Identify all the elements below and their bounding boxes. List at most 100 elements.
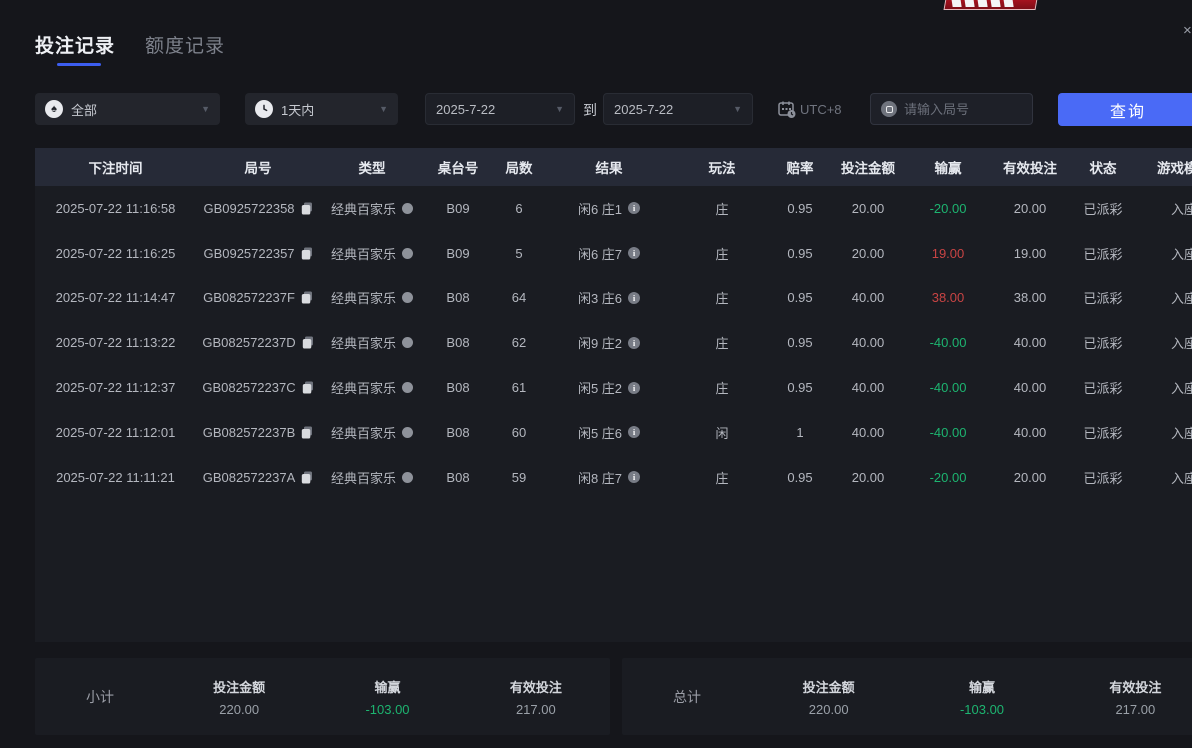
cell-time: 2025-07-22 11:16:58 bbox=[35, 186, 196, 231]
cell-amount: 20.00 bbox=[828, 186, 908, 231]
total-valid-bet: 有效投注 217.00 bbox=[1059, 677, 1192, 717]
date-to-picker[interactable]: 2025-7-22 ▼ bbox=[603, 93, 753, 125]
cell-odds: 0.95 bbox=[772, 231, 828, 276]
cell-win-loss: -20.00 bbox=[908, 186, 988, 231]
cell-status: 已派彩 bbox=[1072, 276, 1134, 321]
cell-win-loss: -40.00 bbox=[908, 320, 988, 365]
tab-quota-records[interactable]: 额度记录 bbox=[145, 31, 225, 58]
cell-time: 2025-07-22 11:16:25 bbox=[35, 231, 196, 276]
table-row: 2025-07-22 11:14:47GB082572237F经典百家乐B086… bbox=[35, 276, 1192, 321]
cell-valid-bet: 20.00 bbox=[988, 455, 1072, 500]
info-icon[interactable]: i bbox=[628, 426, 640, 438]
cell-bet: 庄 bbox=[672, 186, 772, 231]
column-header: 游戏模式 bbox=[1134, 148, 1192, 186]
cell-mode: 入座 bbox=[1134, 365, 1192, 410]
cell-valid-bet: 19.00 bbox=[988, 231, 1072, 276]
cell-status: 已派彩 bbox=[1072, 320, 1134, 365]
total-panel: 总计 投注金额 220.00 输赢 -103.00 有效投注 217.00 bbox=[622, 658, 1192, 735]
cell-result: 闲6 庄1i bbox=[546, 186, 672, 231]
column-header: 局号 bbox=[196, 148, 320, 186]
copy-icon[interactable] bbox=[301, 291, 313, 304]
round-search-input[interactable] bbox=[904, 102, 1014, 117]
cell-valid-bet: 20.00 bbox=[988, 186, 1072, 231]
cell-game: 经典百家乐 bbox=[320, 320, 424, 365]
copy-icon[interactable] bbox=[302, 336, 314, 349]
date-from-picker[interactable]: 2025-7-22 ▼ bbox=[425, 93, 575, 125]
table-row: 2025-07-22 11:16:25GB0925722357经典百家乐B095… bbox=[35, 231, 1192, 276]
cell-status: 已派彩 bbox=[1072, 186, 1134, 231]
cell-table-no: B08 bbox=[424, 410, 492, 455]
cell-bet: 庄 bbox=[672, 320, 772, 365]
cell-round-no: 59 bbox=[492, 455, 546, 500]
cell-bet: 闲 bbox=[672, 410, 772, 455]
time-range-dropdown[interactable]: 1天内 ▼ bbox=[245, 93, 398, 125]
cell-amount: 40.00 bbox=[828, 410, 908, 455]
cell-game: 经典百家乐 bbox=[320, 410, 424, 455]
calendar-clock-icon bbox=[777, 99, 797, 119]
cell-valid-bet: 40.00 bbox=[988, 320, 1072, 365]
info-icon[interactable]: i bbox=[628, 202, 640, 214]
cell-result: 闲5 庄2i bbox=[546, 365, 672, 410]
cell-result: 闲6 庄7i bbox=[546, 231, 672, 276]
column-header: 投注金额 bbox=[828, 148, 908, 186]
cell-table-no: B08 bbox=[424, 320, 492, 365]
table-body: 2025-07-22 11:16:58GB0925722358经典百家乐B096… bbox=[35, 186, 1192, 500]
cell-round-id: GB082572237A bbox=[196, 455, 320, 500]
copy-icon[interactable] bbox=[301, 247, 313, 260]
column-header: 有效投注 bbox=[988, 148, 1072, 186]
cell-amount: 40.00 bbox=[828, 276, 908, 321]
cell-time: 2025-07-22 11:11:21 bbox=[35, 455, 196, 500]
filter-bar: ♠ 全部 ▼ 1天内 ▼ 2025-7-22 ▼ 到 2025-7-22 ▼ U… bbox=[0, 93, 1192, 125]
cell-game: 经典百家乐 bbox=[320, 186, 424, 231]
cell-time: 2025-07-22 11:12:01 bbox=[35, 410, 196, 455]
cell-win-loss: -40.00 bbox=[908, 410, 988, 455]
cell-amount: 20.00 bbox=[828, 231, 908, 276]
cell-result: 闲8 庄7i bbox=[546, 455, 672, 500]
close-icon[interactable]: × bbox=[1183, 22, 1192, 39]
copy-icon[interactable] bbox=[301, 426, 313, 439]
chevron-down-icon: ▼ bbox=[733, 104, 742, 114]
total-bet-amount: 投注金额 220.00 bbox=[752, 677, 905, 717]
info-icon[interactable]: i bbox=[628, 471, 640, 483]
cell-odds: 0.95 bbox=[772, 276, 828, 321]
cell-bet: 庄 bbox=[672, 455, 772, 500]
game-type-dropdown[interactable]: ♠ 全部 ▼ bbox=[35, 93, 220, 125]
cell-mode: 入座 bbox=[1134, 276, 1192, 321]
time-range-value: 1天内 bbox=[281, 100, 314, 119]
cell-time: 2025-07-22 11:13:22 bbox=[35, 320, 196, 365]
cell-win-loss: -20.00 bbox=[908, 455, 988, 500]
clock-icon bbox=[255, 100, 273, 118]
cell-odds: 0.95 bbox=[772, 365, 828, 410]
column-header: 下注时间 bbox=[35, 148, 196, 186]
cell-amount: 20.00 bbox=[828, 455, 908, 500]
cell-status: 已派彩 bbox=[1072, 455, 1134, 500]
cell-time: 2025-07-22 11:12:37 bbox=[35, 365, 196, 410]
chevron-down-icon: ▼ bbox=[555, 104, 564, 114]
game-dot-icon bbox=[402, 337, 413, 348]
game-dot-icon bbox=[402, 382, 413, 393]
cell-round-id: GB082572237B bbox=[196, 410, 320, 455]
subtotal-panel: 小计 投注金额 220.00 输赢 -103.00 有效投注 217.00 bbox=[35, 658, 610, 735]
cell-status: 已派彩 bbox=[1072, 410, 1134, 455]
cell-valid-bet: 40.00 bbox=[988, 410, 1072, 455]
round-search-box bbox=[870, 93, 1033, 125]
info-icon[interactable]: i bbox=[628, 247, 640, 259]
game-dot-icon bbox=[402, 248, 413, 259]
info-icon[interactable]: i bbox=[628, 382, 640, 394]
cell-game: 经典百家乐 bbox=[320, 455, 424, 500]
cell-round-no: 61 bbox=[492, 365, 546, 410]
subtotal-valid-bet: 有效投注 217.00 bbox=[462, 677, 610, 717]
tab-bet-records[interactable]: 投注记录 bbox=[35, 31, 115, 58]
copy-icon[interactable] bbox=[302, 381, 314, 394]
column-header: 结果 bbox=[546, 148, 672, 186]
cell-mode: 入座 bbox=[1134, 410, 1192, 455]
query-button[interactable]: 查询 bbox=[1058, 93, 1192, 126]
copy-icon[interactable] bbox=[301, 471, 313, 484]
info-icon[interactable]: i bbox=[628, 337, 640, 349]
timezone-label: UTC+8 bbox=[800, 102, 842, 117]
timezone-indicator[interactable]: UTC+8 bbox=[777, 99, 842, 119]
cell-amount: 40.00 bbox=[828, 365, 908, 410]
copy-icon[interactable] bbox=[301, 202, 313, 215]
info-icon[interactable]: i bbox=[628, 292, 640, 304]
cell-bet: 庄 bbox=[672, 276, 772, 321]
